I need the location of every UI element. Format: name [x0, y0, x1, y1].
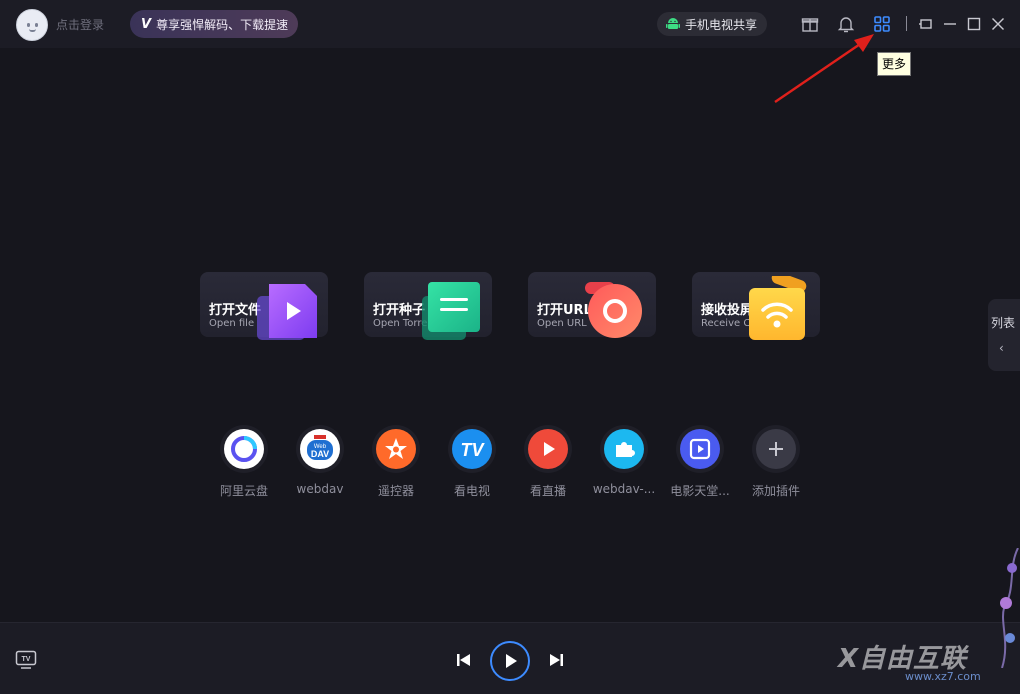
plugin-webdav[interactable]: Web DAV webdav	[280, 429, 360, 496]
share-button-label: 手机电视共享	[685, 17, 758, 32]
url-link-icon	[585, 282, 642, 338]
plugin-label: 阿里云盘	[219, 484, 268, 498]
file-play-icon	[257, 284, 317, 340]
vip-banner[interactable]: V 尊享强悍解码、下载提速	[130, 10, 298, 38]
maximize-icon[interactable]	[963, 13, 985, 35]
vip-v-icon: V	[141, 16, 152, 32]
main-area	[0, 48, 1020, 622]
watermark-url: www.xz7.com	[905, 670, 981, 683]
card-title: 打开种子	[373, 303, 426, 318]
playlist-tab[interactable]: 列表 ‹	[988, 299, 1020, 371]
wifi-cast-icon	[749, 276, 807, 340]
plugin-movie-heaven[interactable]: 电影天堂...	[660, 429, 740, 499]
plugin-tv[interactable]: TV 看电视	[432, 429, 512, 499]
aliyun-drive-icon	[224, 429, 264, 469]
share-button[interactable]: 手机电视共享	[657, 12, 767, 36]
tv-icon-text: TV	[460, 440, 485, 460]
play-button[interactable]	[490, 641, 530, 681]
more-tooltip: 更多	[877, 52, 912, 76]
annotation-arrow	[774, 34, 874, 103]
card-title: 接收投屏	[701, 303, 754, 318]
plugin-webdav-2[interactable]: webdav-...	[584, 429, 664, 496]
torrent-doc-icon	[422, 282, 480, 340]
avatar[interactable]	[16, 9, 48, 41]
playlist-tab-label: 列表	[991, 316, 1016, 330]
webdav-big-text: DAV	[311, 449, 329, 459]
tv-cast-icon[interactable]: TV	[15, 650, 37, 670]
remote-star-icon	[376, 429, 416, 469]
card-subtitle: Open URL	[537, 318, 587, 329]
card-title: 打开文件	[209, 303, 262, 318]
play-icon	[506, 654, 517, 668]
plugin-live[interactable]: 看直播	[508, 429, 588, 499]
plugin-aliyun[interactable]: 阿里云盘	[204, 429, 284, 499]
login-link[interactable]: 点击登录	[56, 16, 104, 33]
android-icon	[666, 17, 680, 29]
puzzle-icon	[604, 429, 644, 469]
plugin-label: 电影天堂...	[670, 484, 730, 498]
live-play-icon	[528, 429, 568, 469]
plugin-label: 看电视	[453, 484, 490, 498]
tv-cast-text: TV	[22, 656, 31, 663]
plus-icon	[756, 429, 796, 469]
decorative-flower	[1000, 548, 1019, 668]
mini-mode-icon[interactable]	[915, 13, 937, 35]
minimize-icon[interactable]	[939, 13, 961, 35]
plugin-label: webdav-...	[592, 482, 656, 496]
avatar-eye	[27, 23, 30, 27]
tv-icon: TV	[452, 429, 492, 469]
previous-icon[interactable]	[455, 652, 473, 668]
plugin-remote[interactable]: 遥控器	[356, 429, 436, 499]
chevron-left-icon: ‹	[999, 341, 1004, 355]
movie-play-icon	[680, 429, 720, 469]
webdav-icon: Web DAV	[300, 429, 340, 469]
avatar-eye	[35, 23, 38, 27]
card-title: 打开URL	[537, 303, 592, 318]
avatar-mouth	[29, 29, 36, 32]
plugin-add[interactable]: 添加插件	[736, 429, 816, 499]
plugin-label: webdav	[296, 482, 344, 496]
plugin-label: 添加插件	[751, 484, 800, 498]
close-icon[interactable]	[987, 13, 1009, 35]
plugin-label: 遥控器	[377, 484, 414, 498]
titlebar-divider	[906, 16, 907, 31]
plugin-label: 看直播	[529, 484, 566, 498]
card-subtitle: Open file	[209, 318, 255, 329]
next-icon[interactable]	[547, 652, 565, 668]
vip-banner-text: 尊享强悍解码、下载提速	[156, 17, 289, 32]
